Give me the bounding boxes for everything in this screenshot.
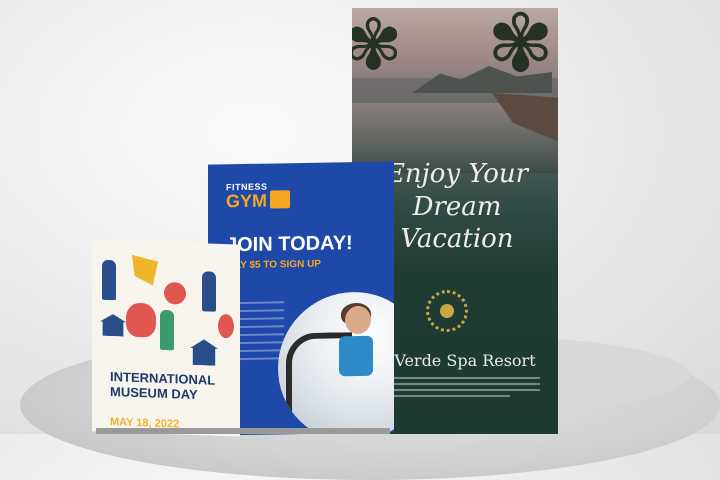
- vacation-headline: Enjoy Your Dream Vacation: [385, 159, 529, 254]
- abstract-shape-icon: [132, 255, 158, 286]
- figure-icon: [160, 309, 174, 351]
- museum-title: INTERNATIONAL MUSEUM DAY: [110, 369, 215, 403]
- gym-stand-base: [210, 428, 390, 434]
- temple-icon: [190, 339, 218, 366]
- dot-icon: [164, 281, 186, 305]
- resort-body-text-lines: [390, 373, 540, 401]
- statue-icon: [102, 259, 116, 301]
- gym-photo-circle: [278, 290, 394, 436]
- resort-name: Verde Spa Resort: [394, 351, 536, 370]
- temple-icon: [100, 314, 126, 337]
- gym-headline: JOIN TODAY!: [226, 232, 353, 257]
- gym-logo-main: GYM: [226, 190, 268, 212]
- statue-icon: [202, 271, 216, 312]
- palm-tree-icon: ✾: [487, 8, 555, 88]
- resort-logo-icon: [426, 290, 468, 332]
- vase-icon: [218, 313, 234, 339]
- gym-logo-badge-icon: [270, 190, 290, 209]
- vase-icon: [126, 302, 156, 338]
- palm-tree-icon: ✾: [352, 8, 403, 84]
- woman-exercising: [333, 302, 383, 427]
- museum-tabletop-banner: INTERNATIONAL MUSEUM DAY MAY 18, 2022: [92, 239, 240, 437]
